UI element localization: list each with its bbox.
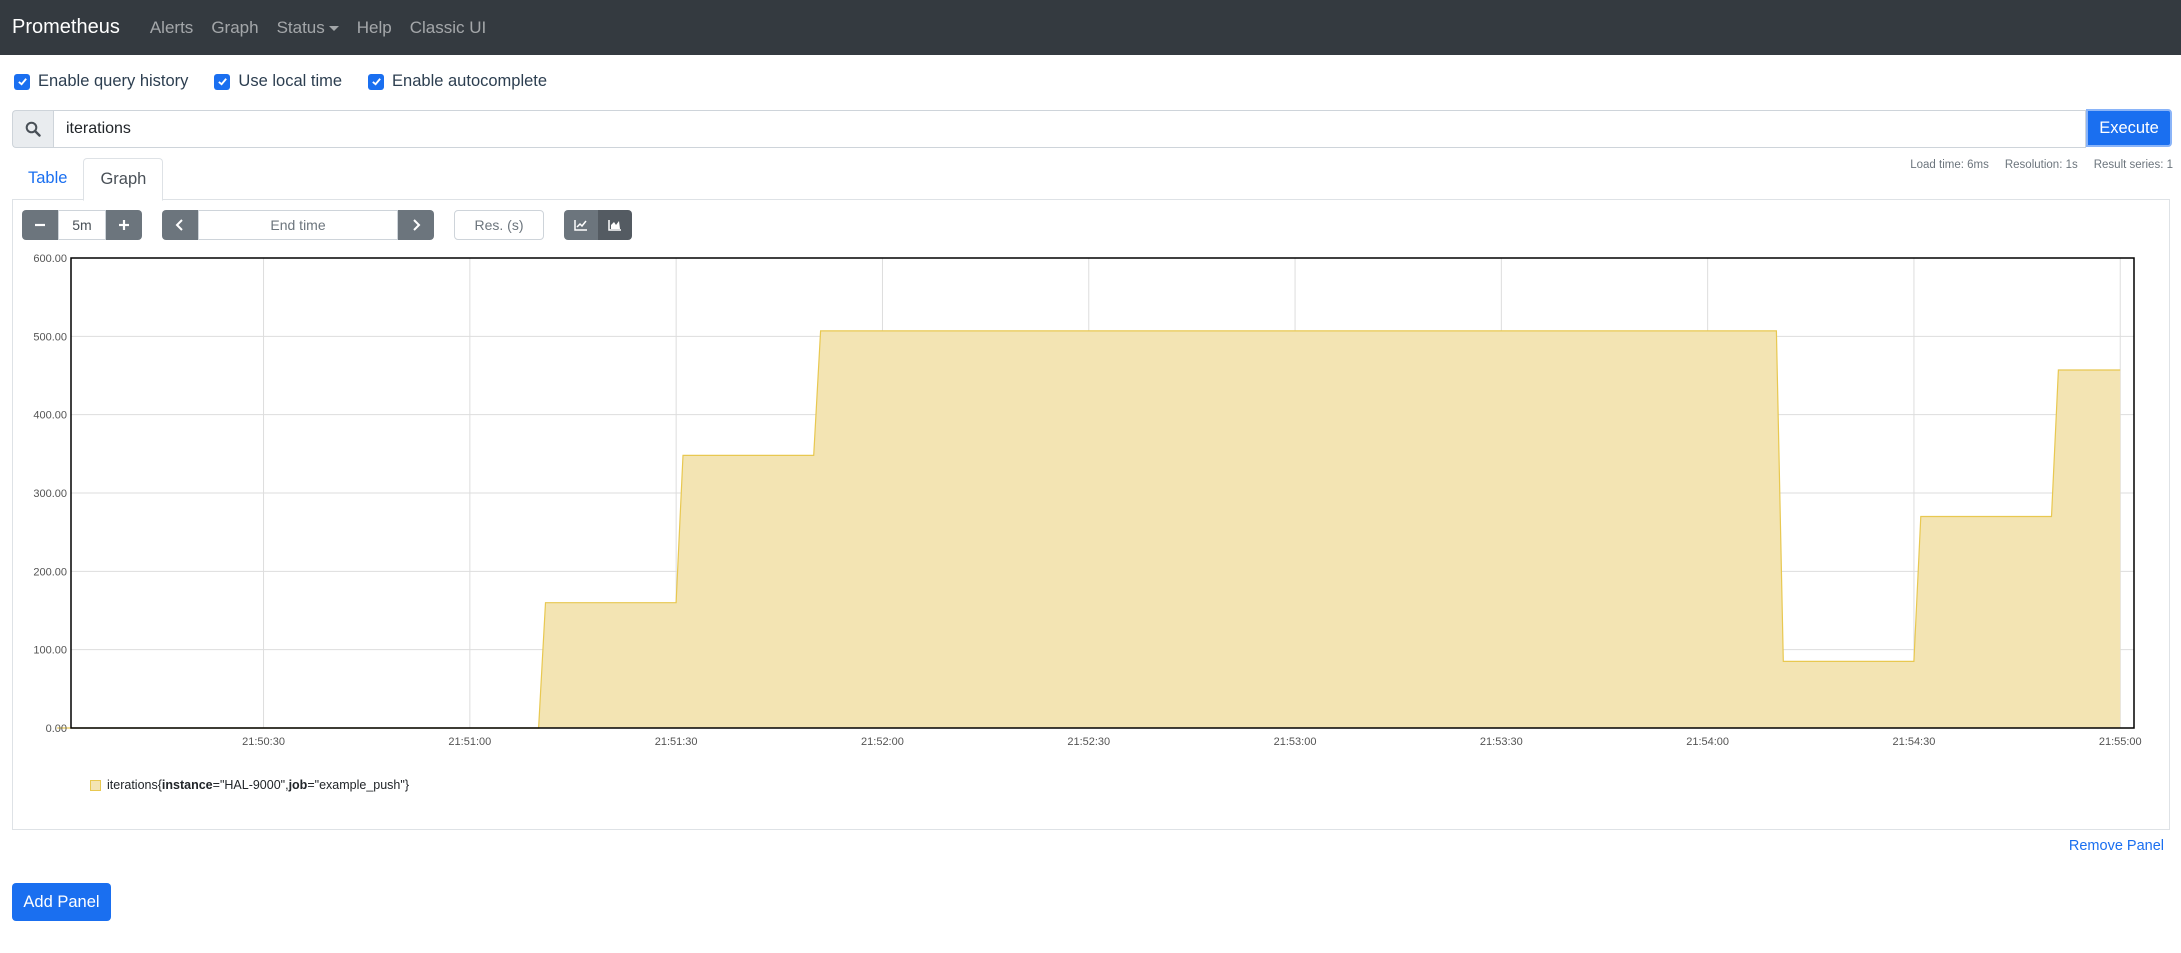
- local-time-label: Use local time: [238, 72, 343, 90]
- query-history-checkbox[interactable]: [14, 73, 30, 90]
- line-chart-icon: [574, 220, 587, 231]
- nav-status[interactable]: Status: [277, 18, 339, 38]
- stacked-button[interactable]: [598, 210, 632, 240]
- range-input[interactable]: 5m: [58, 210, 106, 240]
- brand-logo[interactable]: Prometheus: [12, 16, 120, 39]
- stack-toggle: [564, 210, 632, 240]
- legend-close-brace: }: [404, 778, 409, 792]
- navbar: Prometheus Alerts Graph Status Help Clas…: [0, 0, 2181, 55]
- legend-metric: iterations: [107, 778, 158, 792]
- search-addon: [12, 110, 53, 148]
- check-icon: [371, 78, 381, 86]
- local-time-checkbox[interactable]: [214, 73, 231, 90]
- nav-classic-ui[interactable]: Classic UI: [410, 18, 487, 38]
- nav-alerts[interactable]: Alerts: [150, 18, 193, 38]
- load-time: Load time: 6ms: [1910, 159, 1989, 171]
- result-series: Result series: 1: [2093, 159, 2173, 171]
- nav-graph[interactable]: Graph: [211, 18, 258, 38]
- chevron-left-icon: [175, 219, 183, 231]
- legend-label-val-instance: ="HAL-9000",: [212, 778, 289, 792]
- earlier-time-button[interactable]: [162, 210, 198, 240]
- minus-icon: [35, 223, 45, 227]
- nav-help[interactable]: Help: [357, 18, 392, 38]
- query-history-option[interactable]: Enable query history: [14, 72, 188, 91]
- nav-status-label: Status: [276, 17, 325, 37]
- later-time-button[interactable]: [398, 210, 434, 240]
- resolution: Resolution: 1s: [2004, 159, 2078, 171]
- check-icon: [17, 78, 27, 86]
- graph-controls: 5m End time Res. (s): [22, 210, 632, 240]
- legend-label-val-job: ="example_push": [307, 778, 405, 792]
- caret-down-icon: [328, 25, 339, 31]
- panel-tabs: Table Graph: [12, 158, 164, 201]
- add-panel-button[interactable]: Add Panel: [12, 883, 111, 921]
- legend-label-key-instance: instance: [161, 778, 213, 792]
- unstacked-button[interactable]: [564, 210, 598, 240]
- remove-panel-link[interactable]: Remove Panel: [2069, 838, 2164, 854]
- expression-input[interactable]: iterations: [53, 110, 2086, 148]
- tab-table[interactable]: Table: [12, 158, 83, 201]
- search-icon: [25, 121, 41, 137]
- end-time-input[interactable]: End time: [198, 210, 398, 240]
- check-icon: [218, 78, 227, 86]
- tab-graph[interactable]: Graph: [83, 158, 164, 201]
- query-stats: Load time: 6ms Resolution: 1s Result ser…: [1910, 159, 2173, 171]
- query-row: iterations Execute: [12, 109, 2172, 148]
- legend-label-key-job: job: [288, 778, 308, 792]
- decrease-range-button[interactable]: [22, 210, 58, 240]
- query-history-label: Enable query history: [38, 72, 189, 90]
- legend[interactable]: iterations{instance ="HAL-9000", job ="exa…: [90, 778, 409, 792]
- local-time-option[interactable]: Use local time: [214, 72, 342, 91]
- autocomplete-option[interactable]: Enable autocomplete: [368, 72, 547, 91]
- execute-button[interactable]: Execute: [2086, 109, 2172, 147]
- increase-range-button[interactable]: [106, 210, 142, 240]
- resolution-input[interactable]: Res. (s): [454, 210, 544, 240]
- graph-panel: [12, 199, 2170, 830]
- chevron-right-icon: [413, 219, 421, 231]
- autocomplete-label: Enable autocomplete: [392, 72, 548, 90]
- area-chart-icon: [608, 220, 621, 231]
- autocomplete-checkbox[interactable]: [368, 73, 385, 90]
- query-options: Enable query history Use local time Enab…: [14, 72, 573, 91]
- plus-icon: [119, 220, 129, 230]
- legend-swatch: [90, 779, 101, 791]
